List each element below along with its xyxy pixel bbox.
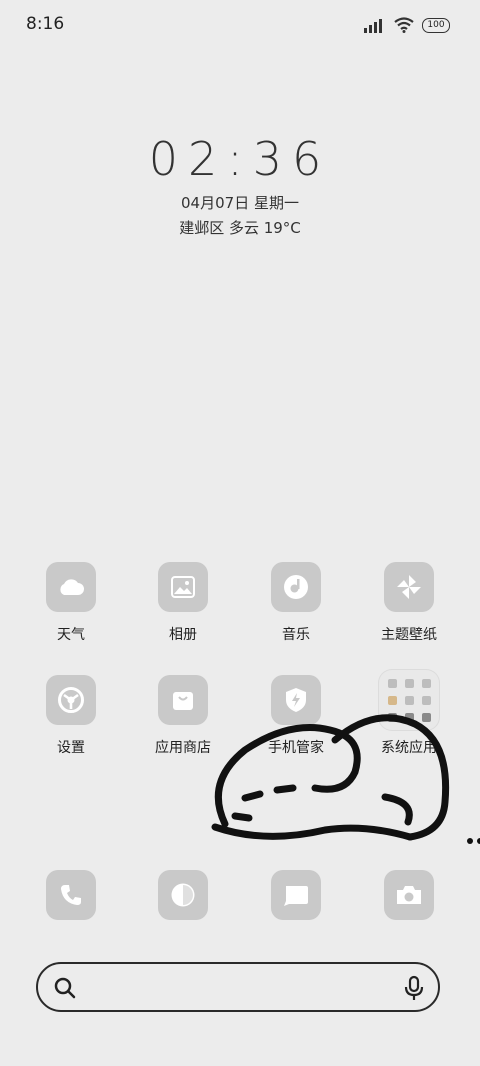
app-phone-manager[interactable]: 手机管家: [241, 675, 351, 757]
browser-icon: [158, 870, 208, 920]
camera-icon: [384, 870, 434, 920]
app-settings[interactable]: 设置: [16, 675, 126, 757]
clock-weather: 建邺区 多云 19°C: [179, 219, 301, 237]
dock-camera[interactable]: [354, 870, 464, 920]
shield-icon: [271, 675, 321, 725]
status-icons: 100: [364, 14, 450, 36]
battery-indicator: 100: [422, 17, 450, 33]
store-bag-icon: [158, 675, 208, 725]
app-label: 音乐: [282, 627, 310, 643]
app-store[interactable]: 应用商店: [128, 675, 238, 757]
status-bar: 8:16 100: [0, 0, 480, 48]
app-weather[interactable]: 天气: [16, 562, 126, 644]
dock-browser[interactable]: [128, 870, 238, 920]
app-label: 手机管家: [268, 740, 324, 756]
signal-icon: [364, 19, 382, 33]
app-label: 相册: [169, 627, 197, 643]
search-icon: [54, 977, 76, 999]
clock-widget[interactable]: 02:36 04月07日 星期一 建邺区 多云 19°C: [0, 132, 480, 238]
settings-icon: [46, 675, 96, 725]
clock-time: 02:36: [148, 132, 332, 186]
app-label: 主题壁纸: [381, 627, 437, 643]
app-label: 系统应用: [381, 740, 437, 756]
status-time: 8:16: [26, 14, 65, 34]
phone-icon: [46, 870, 96, 920]
messages-icon: [271, 870, 321, 920]
app-folder-system[interactable]: 系统应用: [354, 669, 464, 757]
clock-date: 04月07日 星期一: [181, 194, 299, 212]
app-music[interactable]: 音乐: [241, 562, 351, 644]
folder-icon: [378, 669, 440, 731]
music-icon: [271, 562, 321, 612]
microphone-icon[interactable]: [404, 975, 424, 1001]
dock-messages[interactable]: [241, 870, 351, 920]
cloud-icon: [46, 562, 96, 612]
gallery-icon: [158, 562, 208, 612]
pinwheel-icon: [384, 562, 434, 612]
search-input[interactable]: [90, 974, 384, 1002]
dock-phone[interactable]: [16, 870, 126, 920]
app-label: 天气: [57, 627, 85, 643]
app-label: 应用商店: [155, 740, 211, 756]
wifi-icon: [394, 17, 414, 33]
app-gallery[interactable]: 相册: [128, 562, 238, 644]
search-bar[interactable]: [36, 962, 440, 1012]
app-label: 设置: [57, 740, 85, 756]
app-themes[interactable]: 主题壁纸: [354, 562, 464, 644]
